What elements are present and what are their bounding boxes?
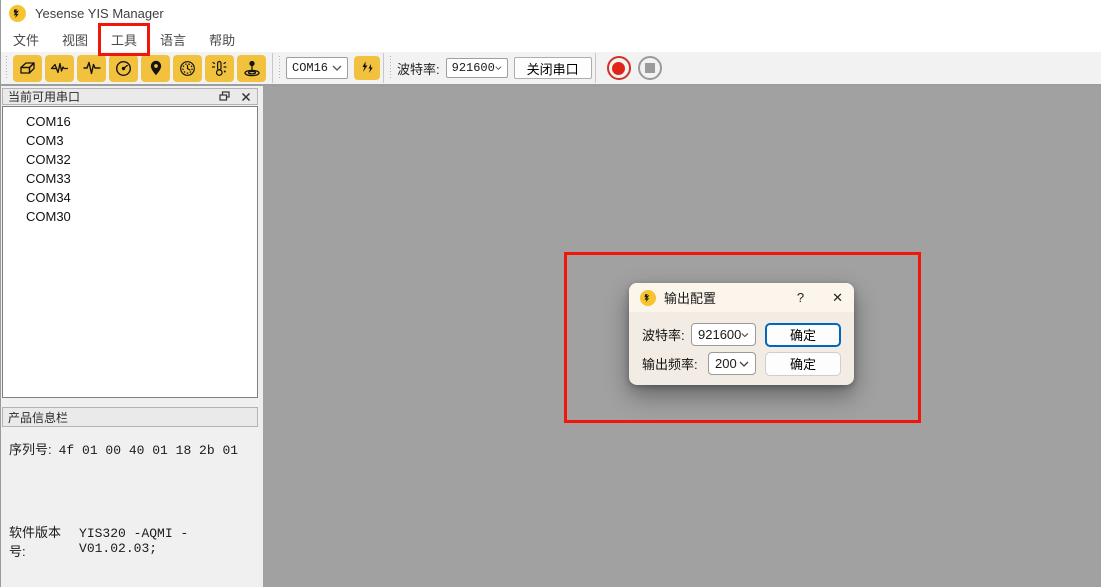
port-list-item[interactable]: COM33: [3, 169, 257, 188]
gauge-icon[interactable]: [109, 55, 138, 82]
port-list-item[interactable]: COM34: [3, 188, 257, 207]
ports-panel-title: 当前可用串口: [8, 88, 80, 105]
dialog-title-bar[interactable]: 输出配置 ? ✕: [629, 283, 854, 312]
record-button[interactable]: [607, 56, 631, 80]
info-panel-header: 产品信息栏: [2, 407, 258, 427]
left-dock: 当前可用串口 COM16 COM3 COM32 COM33: [1, 86, 259, 587]
dialog-baud-select[interactable]: 921600: [691, 323, 756, 346]
serial-number-label: 序列号:: [9, 439, 52, 458]
toolbar-grip[interactable]: [5, 56, 9, 80]
port-list-item[interactable]: COM3: [3, 131, 257, 150]
float-panel-icon[interactable]: [218, 91, 230, 103]
software-version-label: 软件版本号:: [9, 522, 72, 560]
stop-icon: [645, 63, 655, 73]
port-list-item[interactable]: COM16: [3, 112, 257, 131]
toolbar-separator: [595, 53, 596, 83]
ports-panel-header: 当前可用串口: [2, 88, 258, 105]
toolbar-grip[interactable]: [389, 56, 393, 80]
port-list-item[interactable]: COM30: [3, 207, 257, 226]
info-panel-body: 序列号: 4f 01 00 40 01 18 2b 01 软件版本号: YIS3…: [1, 427, 259, 587]
dialog-baud-row: 波特率: 921600 确定: [642, 323, 841, 346]
dialog-frequency-label: 输出频率:: [642, 354, 698, 373]
record-icon: [612, 62, 625, 75]
info-panel-title: 产品信息栏: [8, 409, 68, 426]
dialog-title: 输出配置: [664, 288, 716, 307]
baud-rate-select[interactable]: 921600: [446, 58, 508, 78]
menu-tools[interactable]: 工具: [103, 27, 145, 52]
serial-number-value: 4f 01 00 40 01 18 2b 01: [59, 443, 238, 458]
dialog-close-button[interactable]: ✕: [832, 290, 843, 306]
dialog-frequency-row: 输出频率: 200 确定: [642, 352, 841, 375]
dialog-help-button[interactable]: ?: [787, 290, 814, 305]
app-window: Yesense YIS Manager 文件 视图 工具 语言 帮助: [0, 0, 1101, 587]
refresh-ports-button[interactable]: [354, 56, 380, 80]
app-logo-icon: [9, 5, 26, 22]
menu-view[interactable]: 视图: [54, 27, 96, 52]
software-version-row: 软件版本号: YIS320 -AQMI -V01.02.03;: [9, 522, 251, 560]
main-canvas: 输出配置 ? ✕ 波特率: 921600 确定 输出频率:: [259, 86, 1101, 587]
toolbar-grip[interactable]: [278, 56, 282, 80]
title-bar: Yesense YIS Manager: [1, 0, 1101, 26]
stop-button[interactable]: [638, 56, 662, 80]
menu-file[interactable]: 文件: [5, 27, 47, 52]
toolbar-separator: [383, 53, 384, 83]
window-title: Yesense YIS Manager: [35, 6, 164, 21]
joystick-icon[interactable]: [237, 55, 266, 82]
pulse-waveform-icon[interactable]: [77, 55, 106, 82]
dialog-baud-confirm-button[interactable]: 确定: [765, 323, 841, 347]
dialog-logo-icon: [640, 290, 656, 306]
content-area: 当前可用串口 COM16 COM3 COM32 COM33: [1, 86, 1101, 587]
toolbar-separator: [272, 53, 273, 83]
baud-rate-value: 921600: [452, 61, 495, 75]
dialog-baud-label: 波特率:: [642, 325, 685, 344]
port-select[interactable]: COM16: [286, 57, 348, 79]
close-serial-port-button[interactable]: 关闭串口: [514, 57, 592, 79]
cube-3d-icon[interactable]: [13, 55, 42, 82]
thermometer-icon[interactable]: [205, 55, 234, 82]
clock-icon[interactable]: [173, 55, 202, 82]
dialog-frequency-value: 200: [715, 356, 737, 371]
available-ports-list: COM16 COM3 COM32 COM33 COM34 COM30: [2, 106, 258, 398]
port-list-item[interactable]: COM32: [3, 150, 257, 169]
dialog-body: 波特率: 921600 确定 输出频率: 200 确定: [629, 312, 854, 375]
close-panel-icon[interactable]: [240, 91, 252, 103]
port-select-value: COM16: [292, 61, 328, 75]
menu-language[interactable]: 语言: [152, 27, 194, 52]
location-pin-icon[interactable]: [141, 55, 170, 82]
menu-help[interactable]: 帮助: [201, 27, 243, 52]
software-version-value: YIS320 -AQMI -V01.02.03;: [79, 526, 251, 556]
waveform-triangle-icon[interactable]: [45, 55, 74, 82]
dialog-frequency-confirm-button[interactable]: 确定: [765, 352, 841, 376]
dialog-baud-value: 921600: [698, 327, 741, 342]
output-config-dialog: 输出配置 ? ✕ 波特率: 921600 确定 输出频率:: [629, 283, 854, 385]
toolbar: COM16 波特率: 921600 关闭串口: [1, 52, 1101, 86]
dialog-frequency-select[interactable]: 200: [708, 352, 756, 375]
menu-bar: 文件 视图 工具 语言 帮助: [1, 26, 1101, 52]
baud-rate-label: 波特率:: [397, 59, 440, 78]
serial-number-row: 序列号: 4f 01 00 40 01 18 2b 01: [9, 439, 251, 458]
